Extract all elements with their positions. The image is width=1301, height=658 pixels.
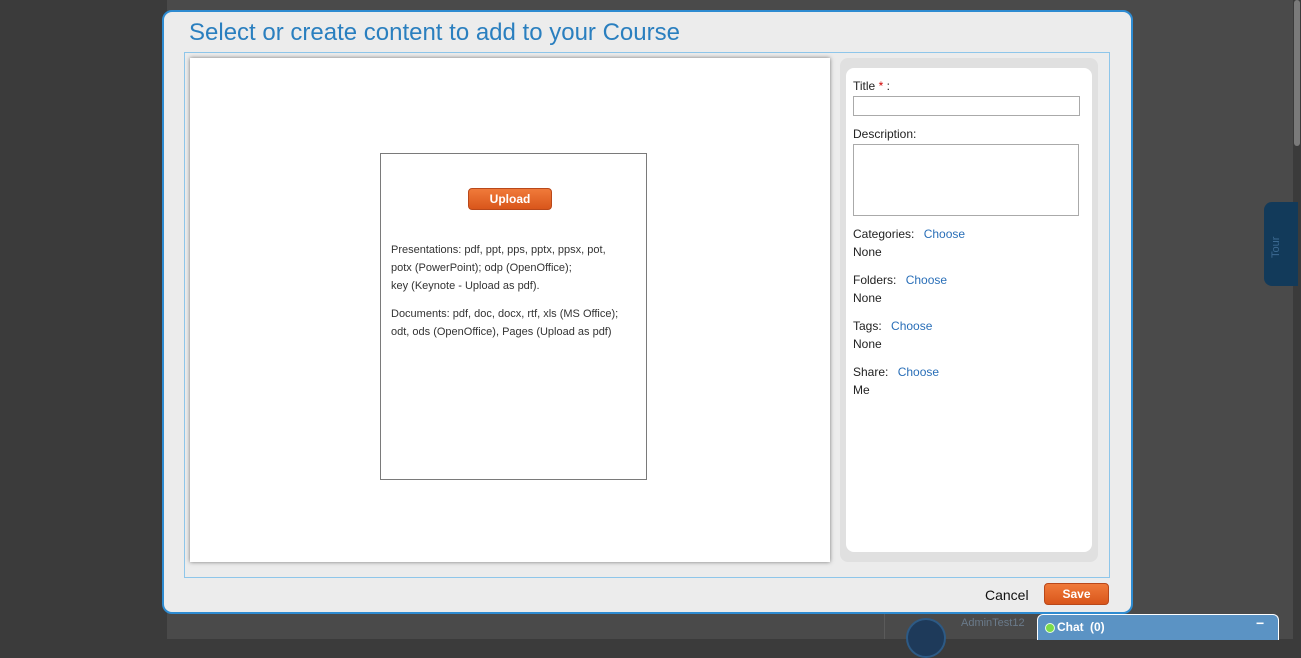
share-label: Share: [853,365,889,379]
content-frame: Upload Presentations: pdf, ppt, pps, ppt… [184,52,1110,578]
presentations-formats: Presentations: pdf, ppt, pps, pptx, ppsx… [391,241,636,295]
chat-count: (0) [1090,620,1105,634]
modal-title: Select or create content to add to your … [189,19,680,46]
title-label: Title * : [853,79,890,93]
supported-formats: Presentations: pdf, ppt, pps, pptx, ppsx… [391,241,636,351]
tour-tab[interactable]: Tour [1264,202,1298,286]
metadata-panel: Title * : Description: Categories: Choos… [840,58,1098,562]
upload-box: Upload Presentations: pdf, ppt, pps, ppt… [380,153,647,480]
chat-minimize-icon[interactable]: − [1256,615,1264,631]
documents-line-1: Documents: pdf, doc, docx, rtf, xls (MS … [391,308,619,320]
tags-row: Tags: Choose [853,319,932,333]
tour-tab-label: Tour [1270,236,1282,258]
cancel-button[interactable]: Cancel [985,587,1029,603]
chat-bar[interactable]: Chat (0) − [1037,614,1279,640]
upload-button[interactable]: Upload [468,188,552,210]
share-row: Share: Choose [853,365,939,379]
folders-row: Folders: Choose [853,273,947,287]
categories-row: Categories: Choose [853,227,965,241]
presentations-line-2: potx (PowerPoint); odp (OpenOffice); [391,262,572,274]
description-label: Description: [853,127,917,141]
tags-choose-link[interactable]: Choose [891,319,932,333]
chat-label: Chat [1057,620,1084,634]
folders-choose-link[interactable]: Choose [906,273,947,287]
description-textarea[interactable] [853,144,1079,216]
save-button[interactable]: Save [1044,583,1109,605]
folders-label: Folders: [853,273,897,287]
page-scrollbar-thumb[interactable] [1294,0,1300,146]
categories-value: None [853,245,882,259]
title-label-text: Title [853,79,876,93]
presentations-line-3: key (Keynote - Upload as pdf). [391,280,540,292]
categories-label: Categories: [853,227,915,241]
title-label-suffix: : [883,79,890,93]
upload-preview-pane: Upload Presentations: pdf, ppt, pps, ppt… [190,58,830,562]
title-input[interactable] [853,96,1080,116]
tags-value: None [853,337,882,351]
background-username: AdminTest12 [961,617,1025,629]
metadata-form: Title * : Description: Categories: Choos… [846,68,1092,552]
folders-value: None [853,291,882,305]
background-user-avatar [906,618,946,658]
chat-status-icon [1045,623,1055,633]
documents-line-2: odt, ods (OpenOffice), Pages (Upload as … [391,326,612,338]
page-scrollbar[interactable] [1293,0,1301,639]
categories-choose-link[interactable]: Choose [924,227,965,241]
share-value: Me [853,383,870,397]
tags-label: Tags: [853,319,882,333]
documents-formats: Documents: pdf, doc, docx, rtf, xls (MS … [391,305,636,341]
add-content-modal: Select or create content to add to your … [162,10,1133,614]
presentations-line-1: Presentations: pdf, ppt, pps, pptx, ppsx… [391,244,606,256]
share-choose-link[interactable]: Choose [898,365,939,379]
